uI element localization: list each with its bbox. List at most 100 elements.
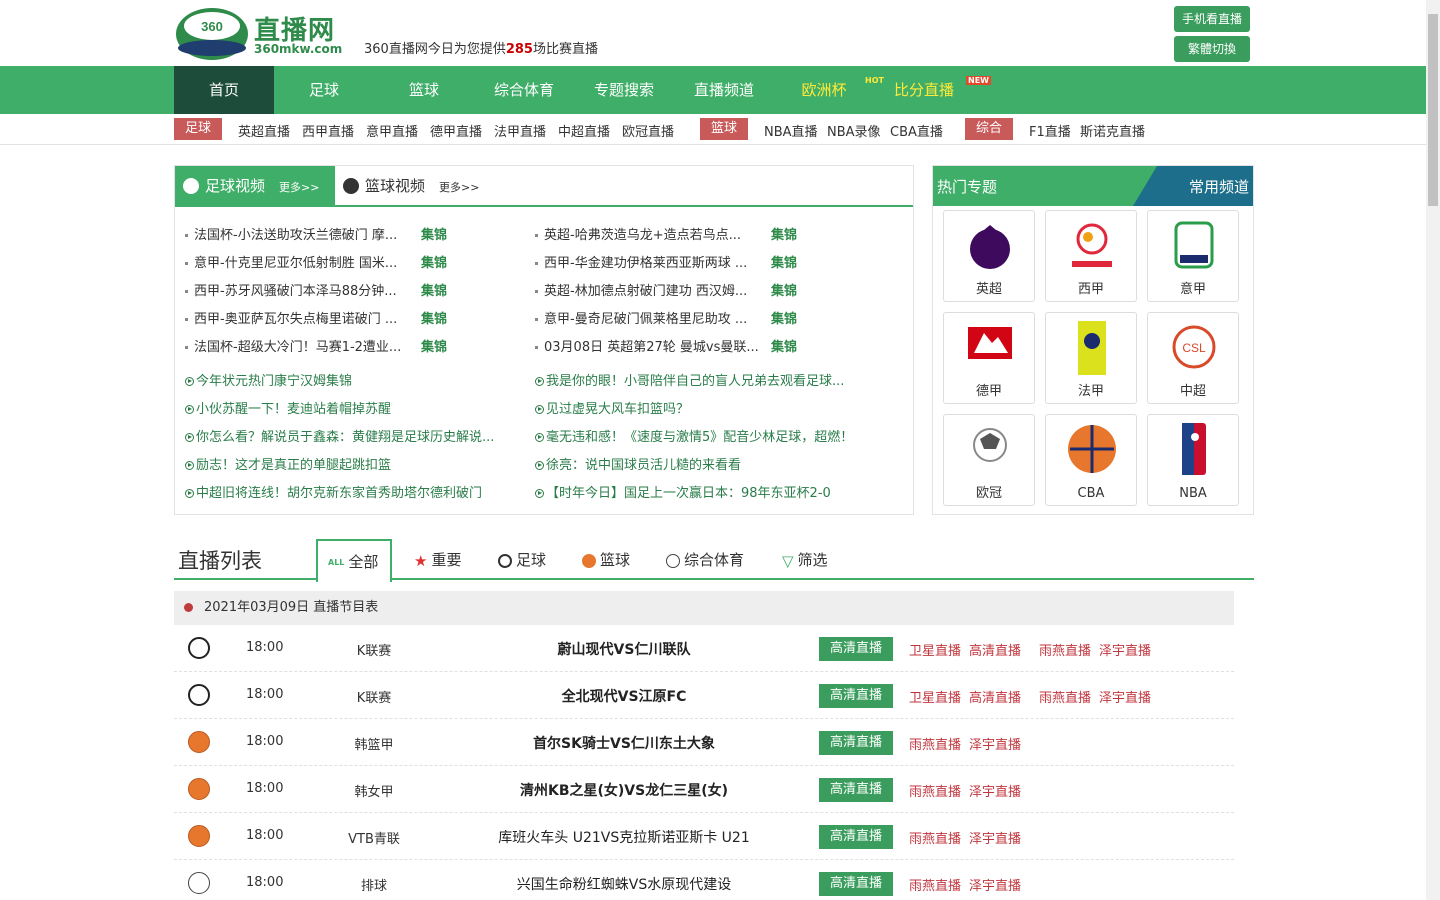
subnav-link[interactable]: 英超直播	[238, 121, 290, 140]
video-title[interactable]: 法国杯-超级大冷门！马赛1-2遭业...	[194, 340, 401, 355]
video-title[interactable]: 西甲-苏牙风骚破门本泽马88分钟...	[194, 284, 397, 299]
subnav-link[interactable]: 欧冠直播	[622, 121, 674, 140]
topic-card[interactable]: CSL 中超	[1147, 312, 1239, 404]
video-title[interactable]: 意甲-曼奇尼破门佩莱格里尼助攻 ...	[544, 312, 747, 327]
video-item[interactable]: 西甲-奥亚萨瓦尔失点梅里诺破门 ... 集锦	[185, 308, 447, 327]
subnav-link[interactable]: NBA直播	[764, 121, 818, 140]
nav-search[interactable]: 专题搜索	[574, 66, 674, 114]
video-title[interactable]: 英超-哈弗茨造乌龙+造点若鸟点...	[544, 228, 741, 243]
stream-link[interactable]: 高清直播	[969, 640, 1021, 659]
league-name[interactable]: 韩篮甲	[324, 734, 424, 753]
tab-important[interactable]: ★ 重要	[414, 539, 461, 579]
stream-link[interactable]: 卫星直播	[909, 687, 961, 706]
tab-basketball[interactable]: 篮球	[582, 539, 630, 579]
highlight-label[interactable]: 集锦	[771, 308, 797, 327]
video-item[interactable]: 英超-哈弗茨造乌龙+造点若鸟点... 集锦	[535, 224, 797, 243]
video-link-title[interactable]: 徐亮：说中国球员活儿糙的来看看	[546, 458, 741, 473]
video-title[interactable]: 英超-林加德点射破门建功 西汉姆...	[544, 284, 747, 299]
subnav-tag-other[interactable]: 综合	[965, 118, 1013, 140]
tab-filter[interactable]: ▽ 筛选	[782, 539, 828, 579]
video-link-title[interactable]: 【时年今日】国足上一次赢日本：98年东亚杯2-0	[546, 486, 831, 501]
site-logo[interactable]: 360 直播网 360mkw.com	[174, 4, 350, 60]
highlight-label[interactable]: 集锦	[771, 336, 797, 355]
hd-live-button[interactable]: 高清直播	[819, 778, 893, 802]
video-title[interactable]: 西甲-华金建功伊格莱西亚斯两球 ...	[544, 256, 747, 271]
match-name[interactable]: 蔚山现代VS仁川联队	[474, 639, 774, 659]
stream-link[interactable]: 泽宇直播	[969, 875, 1021, 894]
nav-sports[interactable]: 综合体育	[474, 66, 574, 114]
tab-football[interactable]: 足球	[498, 539, 546, 579]
stream-link[interactable]: 雨燕直播	[909, 781, 961, 800]
subnav-link[interactable]: NBA录像	[827, 121, 881, 140]
subnav-link[interactable]: 斯诺克直播	[1080, 121, 1145, 140]
hd-live-button[interactable]: 高清直播	[819, 684, 893, 708]
stream-link[interactable]: 泽宇直播	[969, 781, 1021, 800]
tab-basketball-video[interactable]: 篮球视频 更多>>	[337, 166, 507, 206]
highlight-label[interactable]: 集锦	[421, 308, 447, 327]
stream-link[interactable]: 卫星直播	[909, 640, 961, 659]
subnav-link[interactable]: 意甲直播	[366, 121, 418, 140]
nav-channels[interactable]: 直播频道	[674, 66, 774, 114]
hd-live-button[interactable]: 高清直播	[819, 825, 893, 849]
stream-link[interactable]: 泽宇直播	[1099, 640, 1151, 659]
traditional-chinese-button[interactable]: 繁體切換	[1174, 36, 1250, 62]
video-item[interactable]: 意甲-什克里尼亚尔低射制胜 国米... 集锦	[185, 252, 447, 271]
topic-card[interactable]: 西甲	[1045, 210, 1137, 302]
highlight-label[interactable]: 集锦	[421, 224, 447, 243]
video-link[interactable]: 今年状元热门康宁汉姆集锦	[185, 370, 352, 389]
league-name[interactable]: VTB青联	[324, 828, 424, 847]
video-title[interactable]: 意甲-什克里尼亚尔低射制胜 国米...	[194, 256, 397, 271]
nav-football[interactable]: 足球	[274, 66, 374, 114]
video-link[interactable]: 见过虚晃大风车扣篮吗？	[535, 398, 689, 417]
video-link-title[interactable]: 我是你的眼！小哥陪伴自己的盲人兄弟去观看足球...	[546, 374, 844, 389]
topic-card[interactable]: 欧冠	[943, 414, 1035, 506]
match-name[interactable]: 库班火车头 U21VS克拉斯诺亚斯卡 U21	[474, 827, 774, 847]
stream-link[interactable]: 雨燕直播	[1039, 687, 1091, 706]
league-name[interactable]: 韩女甲	[324, 781, 424, 800]
video-link[interactable]: 小伙苏醒一下！麦迪站着帽掉苏醒	[185, 398, 391, 417]
video-link[interactable]: 徐亮：说中国球员活儿糙的来看看	[535, 454, 741, 473]
highlight-label[interactable]: 集锦	[771, 224, 797, 243]
subnav-link[interactable]: CBA直播	[890, 121, 943, 140]
stream-link[interactable]: 雨燕直播	[1039, 640, 1091, 659]
topic-card[interactable]: NBA	[1147, 414, 1239, 506]
league-name[interactable]: 排球	[324, 875, 424, 894]
video-link[interactable]: 励志！这才是真正的单腿起跳扣篮	[185, 454, 391, 473]
highlight-label[interactable]: 集锦	[421, 336, 447, 355]
subnav-link[interactable]: F1直播	[1029, 121, 1071, 140]
highlight-label[interactable]: 集锦	[421, 252, 447, 271]
subnav-link[interactable]: 德甲直播	[430, 121, 482, 140]
highlight-label[interactable]: 集锦	[771, 280, 797, 299]
highlight-label[interactable]: 集锦	[771, 252, 797, 271]
video-item[interactable]: 西甲-华金建功伊格莱西亚斯两球 ... 集锦	[535, 252, 797, 271]
video-item[interactable]: 意甲-曼奇尼破门佩莱格里尼助攻 ... 集锦	[535, 308, 797, 327]
common-channels-title[interactable]: 常用频道	[1189, 176, 1249, 197]
video-link-title[interactable]: 你怎么看？解说员于鑫森：黄健翔是足球历史解说...	[196, 430, 494, 445]
subnav-tag-basketball[interactable]: 篮球	[700, 118, 748, 140]
video-link[interactable]: 【时年今日】国足上一次赢日本：98年东亚杯2-0	[535, 482, 831, 501]
match-name[interactable]: 全北现代VS江原FC	[474, 686, 774, 706]
tab-football-video[interactable]: 足球视频 更多>>	[175, 166, 335, 206]
league-name[interactable]: K联赛	[324, 687, 424, 706]
match-name[interactable]: 首尔SK骑士VS仁川东土大象	[474, 733, 774, 753]
subnav-tag-football[interactable]: 足球	[174, 118, 222, 140]
topic-card[interactable]: 英超	[943, 210, 1035, 302]
video-item[interactable]: 西甲-苏牙风骚破门本泽马88分钟... 集锦	[185, 280, 447, 299]
topic-card[interactable]: 法甲	[1045, 312, 1137, 404]
video-link-title[interactable]: 今年状元热门康宁汉姆集锦	[196, 374, 352, 389]
scrollbar-thumb[interactable]	[1428, 14, 1438, 206]
stream-link[interactable]: 雨燕直播	[909, 875, 961, 894]
subnav-link[interactable]: 西甲直播	[302, 121, 354, 140]
league-name[interactable]: K联赛	[324, 640, 424, 659]
tab-all[interactable]: ALL 全部	[316, 539, 392, 582]
topic-card[interactable]: 意甲	[1147, 210, 1239, 302]
more-link[interactable]: 更多>>	[279, 181, 319, 194]
video-link-title[interactable]: 见过虚晃大风车扣篮吗？	[546, 402, 689, 417]
stream-link[interactable]: 雨燕直播	[909, 734, 961, 753]
stream-link[interactable]: 泽宇直播	[969, 734, 1021, 753]
video-title[interactable]: 西甲-奥亚萨瓦尔失点梅里诺破门 ...	[194, 312, 397, 327]
subnav-link[interactable]: 法甲直播	[494, 121, 546, 140]
video-link-title[interactable]: 励志！这才是真正的单腿起跳扣篮	[196, 458, 391, 473]
video-link[interactable]: 毫无违和感！《速度与激情5》配音少林足球，超燃！	[535, 426, 853, 445]
stream-link[interactable]: 泽宇直播	[969, 828, 1021, 847]
